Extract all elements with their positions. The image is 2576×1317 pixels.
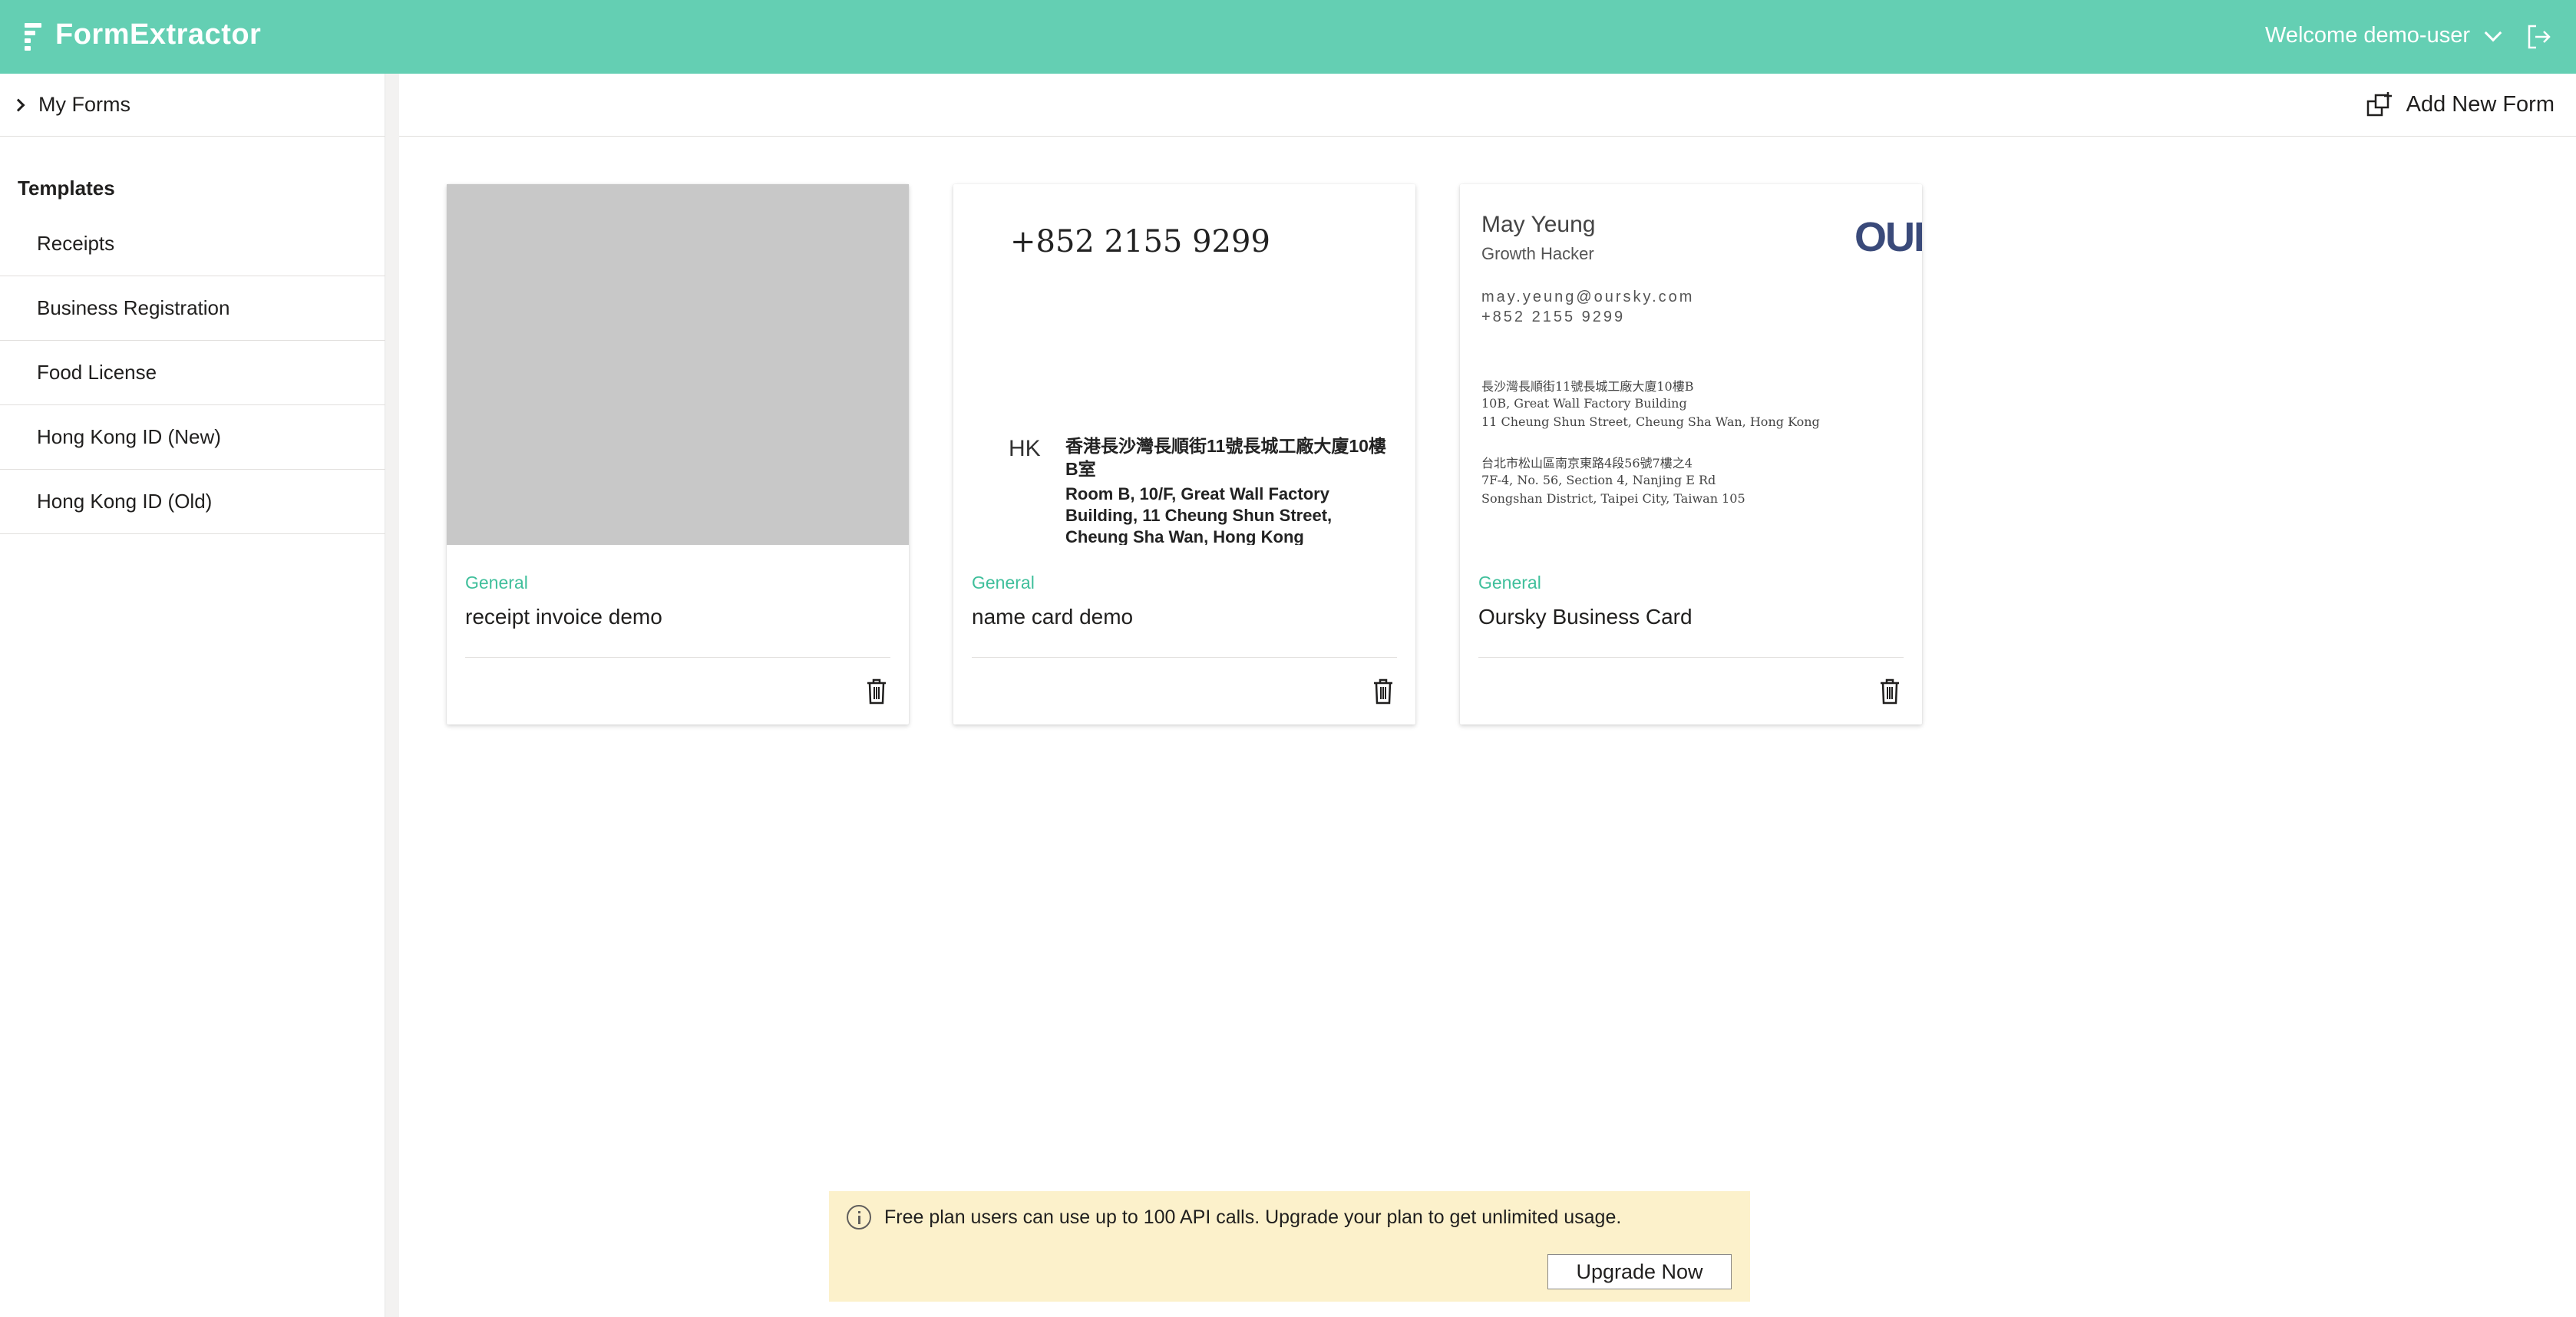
usage-notice: Free plan users can use up to 100 API ca… bbox=[829, 1191, 1750, 1302]
form-card-name-card-demo[interactable]: +852 2155 9299 HK 香港長沙灣長順街11號長城工廠大廈10樓B室… bbox=[953, 184, 1415, 725]
card-title: receipt invoice demo bbox=[465, 605, 662, 629]
sidebar-item-hkid-old[interactable]: Hong Kong ID (Old) bbox=[0, 470, 385, 534]
preview-tw-cn: 台北市松山區南京東路4段56號7樓之4 bbox=[1481, 456, 1693, 470]
logo-icon bbox=[25, 23, 45, 51]
templates-heading: Templates bbox=[18, 177, 115, 200]
preview-email: may.yeung@oursky.com bbox=[1481, 289, 1695, 305]
add-new-form-label: Add New Form bbox=[2406, 91, 2555, 117]
trash-icon[interactable] bbox=[1372, 678, 1394, 705]
preview-hk-line1: 10B, Great Wall Factory Building bbox=[1481, 396, 1687, 411]
preview-phone: +852 2155 9299 bbox=[1010, 224, 1270, 259]
user-menu[interactable]: Welcome demo-user bbox=[2264, 23, 2502, 48]
card-preview-image bbox=[447, 184, 909, 545]
main-toolbar: Add New Form bbox=[399, 74, 2576, 137]
preview-hk-line2: 11 Cheung Shun Street, Cheung Sha Wan, H… bbox=[1481, 414, 1820, 429]
upgrade-now-button[interactable]: Upgrade Now bbox=[1547, 1254, 1732, 1289]
preview-tw-line1: 7F-4, No. 56, Section 4, Nanjing E Rd bbox=[1481, 473, 1716, 487]
app-brand: FormExtractor bbox=[55, 18, 262, 51]
chevron-right-icon bbox=[12, 98, 25, 111]
card-divider bbox=[465, 657, 890, 658]
logout-icon[interactable] bbox=[2525, 23, 2553, 51]
add-new-form-button[interactable]: Add New Form bbox=[2366, 91, 2555, 118]
form-card-receipt-invoice-demo[interactable]: General receipt invoice demo bbox=[447, 184, 909, 725]
card-category: General bbox=[1478, 573, 1541, 592]
trash-icon[interactable] bbox=[1879, 678, 1901, 705]
sidebar-item-food-license[interactable]: Food License bbox=[0, 341, 385, 405]
preview-address-en: Room B, 10/F, Great Wall Factory Buildin… bbox=[1065, 484, 1333, 545]
preview-hk-cn: 長沙灣長順街11號長城工廠大廈10樓B bbox=[1481, 379, 1694, 394]
sidebar-item-hkid-new[interactable]: Hong Kong ID (New) bbox=[0, 405, 385, 470]
templates-list: Receipts Business Registration Food Lice… bbox=[0, 212, 385, 534]
preview-person-role: Growth Hacker bbox=[1481, 244, 1594, 263]
app-header: FormExtractor Welcome demo-user bbox=[0, 0, 2576, 74]
card-title: Oursky Business Card bbox=[1478, 605, 1693, 629]
sidebar-item-business-registration[interactable]: Business Registration bbox=[0, 276, 385, 341]
card-category: General bbox=[972, 573, 1035, 592]
card-preview-image: May Yeung Growth Hacker OUI may.yeung@ou… bbox=[1460, 184, 1922, 545]
card-preview-image: +852 2155 9299 HK 香港長沙灣長順街11號長城工廠大廈10樓B室… bbox=[953, 184, 1415, 545]
preview-person-name: May Yeung bbox=[1481, 212, 1596, 237]
welcome-text: Welcome demo-user bbox=[2264, 23, 2470, 48]
preview-tw-line2: Songshan District, Taipei City, Taiwan 1… bbox=[1481, 491, 1745, 506]
preview-address-cn: 香港長沙灣長順街11號長城工廠大廈10樓B室 bbox=[1065, 436, 1386, 479]
sidebar-item-receipts[interactable]: Receipts bbox=[0, 212, 385, 276]
card-divider bbox=[972, 657, 1397, 658]
trash-icon[interactable] bbox=[866, 678, 887, 705]
add-form-icon bbox=[2366, 92, 2392, 117]
preview-logo: OUI bbox=[1854, 214, 1922, 260]
card-title: name card demo bbox=[972, 605, 1134, 629]
sidebar: My Forms Templates Receipts Business Reg… bbox=[0, 74, 385, 1317]
info-icon bbox=[847, 1205, 871, 1230]
card-category: General bbox=[465, 573, 528, 592]
sidebar-item-my-forms[interactable]: My Forms bbox=[0, 74, 385, 137]
form-card-oursky-business-card[interactable]: May Yeung Growth Hacker OUI may.yeung@ou… bbox=[1460, 184, 1922, 725]
card-divider bbox=[1478, 657, 1904, 658]
sidebar-divider bbox=[385, 74, 399, 1317]
preview-phone: +852 2155 9299 bbox=[1481, 309, 1626, 325]
preview-region: HK bbox=[1009, 436, 1041, 461]
my-forms-label: My Forms bbox=[38, 93, 130, 116]
chevron-down-icon bbox=[2484, 24, 2502, 41]
notice-message: Free plan users can use up to 100 API ca… bbox=[884, 1206, 1622, 1228]
